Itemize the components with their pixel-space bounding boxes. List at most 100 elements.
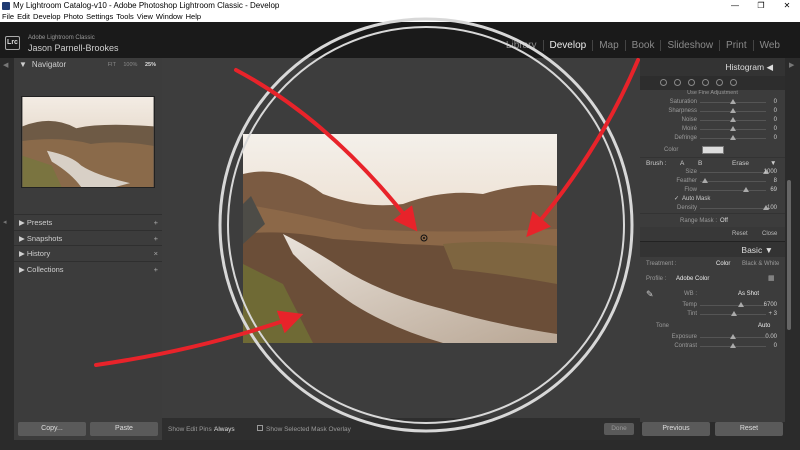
panel-snapshots-label: Snapshots <box>26 233 63 243</box>
clear-history-button[interactable]: × <box>154 246 158 262</box>
brush-erase-button[interactable]: Erase <box>732 160 749 167</box>
slider-value[interactable]: 0 <box>774 99 777 105</box>
slider-value[interactable]: 69 <box>770 187 777 193</box>
slider-value[interactable]: 0 <box>774 135 777 141</box>
range-mask-dropdown[interactable]: Off <box>720 218 728 224</box>
slider-value[interactable]: 1000 <box>764 169 777 175</box>
module-slideshow[interactable]: Slideshow <box>661 40 721 51</box>
mask-reset-button[interactable]: Reset <box>732 231 748 237</box>
menu-develop[interactable]: Develop <box>33 12 61 22</box>
panel-collections[interactable]: ▶ Collections + <box>14 260 162 278</box>
menu-window[interactable]: Window <box>156 12 183 22</box>
color-swatch[interactable] <box>702 146 724 154</box>
module-print[interactable]: Print <box>720 40 754 51</box>
menu-edit[interactable]: Edit <box>17 12 30 22</box>
module-book[interactable]: Book <box>626 40 662 51</box>
zoom-fit[interactable]: FIT <box>108 62 116 68</box>
menu-help[interactable]: Help <box>186 12 201 22</box>
slider-value[interactable]: 0 <box>774 343 777 349</box>
reset-button[interactable]: Reset <box>715 422 783 436</box>
adjustment-brush-icon[interactable] <box>730 79 737 86</box>
close-window-button[interactable]: ✕ <box>774 0 800 12</box>
slider-value[interactable]: 6700 <box>764 302 777 308</box>
copy-button[interactable]: Copy... <box>18 422 86 436</box>
slider-knob[interactable] <box>730 117 736 122</box>
right-panel-scrollbar[interactable] <box>787 180 791 330</box>
wb-eyedropper-icon[interactable]: ✎ <box>646 289 654 300</box>
mask-close-button[interactable]: Close <box>762 231 777 237</box>
red-eye-icon[interactable] <box>688 79 695 86</box>
add-collection-button[interactable]: + <box>154 262 158 278</box>
spot-removal-icon[interactable] <box>674 79 681 86</box>
menu-settings[interactable]: Settings <box>86 12 113 22</box>
histogram-header[interactable]: Histogram ◀ <box>640 58 785 76</box>
edit-pins-dropdown[interactable]: Always <box>214 426 235 433</box>
slider-value[interactable]: 0.00 <box>765 334 777 340</box>
slider-track[interactable] <box>700 172 766 173</box>
left-panel-toggle-icon[interactable]: ◀ <box>3 61 8 69</box>
menu-photo[interactable]: Photo <box>64 12 84 22</box>
basic-header[interactable]: Basic ▼ <box>640 241 785 257</box>
tone-auto-button[interactable]: Auto <box>758 323 770 329</box>
previous-button[interactable]: Previous <box>642 422 710 436</box>
slider-knob[interactable] <box>702 178 709 183</box>
panel-snapshots[interactable]: ▶ Snapshots + <box>14 229 162 247</box>
slider-value[interactable]: 0 <box>774 108 777 114</box>
slider-knob[interactable] <box>730 108 736 113</box>
slider-knob[interactable] <box>730 99 736 104</box>
panel-presets[interactable]: ▶ Presets + <box>14 214 162 230</box>
brush-collapse-icon[interactable]: ▼ <box>770 160 776 167</box>
module-library[interactable]: Library <box>500 40 544 51</box>
paste-button[interactable]: Paste <box>90 422 158 436</box>
brush-a-button[interactable]: A <box>680 160 684 167</box>
graduated-filter-icon[interactable] <box>702 79 709 86</box>
wb-dropdown[interactable]: As Shot <box>738 291 759 297</box>
slider-value[interactable]: 0 <box>774 126 777 132</box>
slider-track[interactable] <box>700 181 766 182</box>
minimize-button[interactable]: — <box>722 0 748 12</box>
navigator-thumbnail[interactable] <box>21 96 155 188</box>
zoom-100[interactable]: 100% <box>123 62 137 68</box>
radial-filter-icon[interactable] <box>716 79 723 86</box>
slider-track[interactable] <box>700 305 766 306</box>
treatment-color-button[interactable]: Color <box>716 261 730 267</box>
main-photo[interactable] <box>243 134 557 343</box>
slider-value[interactable]: 0 <box>774 117 777 123</box>
module-map[interactable]: Map <box>593 40 626 51</box>
slider-value[interactable]: + 3 <box>768 311 777 317</box>
add-preset-button[interactable]: + <box>154 215 158 231</box>
profile-dropdown[interactable]: Adobe Color <box>676 276 709 282</box>
slider-knob[interactable] <box>731 311 738 316</box>
right-panel-toggle-icon[interactable]: ▶ <box>789 61 794 69</box>
slider-knob[interactable] <box>730 126 736 131</box>
done-button[interactable]: Done <box>604 423 634 435</box>
slider-track[interactable] <box>700 190 766 191</box>
panel-history[interactable]: ▶ History × <box>14 245 162 261</box>
slider-knob[interactable] <box>730 334 736 339</box>
slider-value[interactable]: 8 <box>774 178 777 184</box>
menu-file[interactable]: File <box>2 12 14 22</box>
module-develop[interactable]: Develop <box>544 40 594 51</box>
left-edge-arrow-icon[interactable]: ◂ <box>3 218 7 226</box>
slider-knob[interactable] <box>730 343 736 348</box>
slider-knob[interactable] <box>742 187 749 192</box>
maximize-button[interactable]: ❐ <box>748 0 774 12</box>
auto-mask-check-icon[interactable]: ✓ <box>674 195 679 202</box>
slider-knob[interactable] <box>737 302 744 307</box>
slider-density: Density 100 <box>640 204 785 213</box>
brush-b-button[interactable]: B <box>698 160 702 167</box>
menu-tools[interactable]: Tools <box>116 12 134 22</box>
add-snapshot-button[interactable]: + <box>154 231 158 247</box>
show-mask-checkbox[interactable] <box>257 425 263 431</box>
slider-knob[interactable] <box>730 135 736 140</box>
module-web[interactable]: Web <box>754 40 786 51</box>
zoom-25[interactable]: 25% <box>145 62 156 68</box>
slider-track[interactable] <box>700 208 766 209</box>
navigator-header[interactable]: ▼ Navigator FIT 100% 25% <box>14 58 162 72</box>
profile-browser-icon[interactable]: ▦ <box>768 274 775 282</box>
slider-value[interactable]: 100 <box>767 205 777 211</box>
use-fine-adjustment[interactable]: Use Fine Adjustment <box>640 90 785 98</box>
menu-view[interactable]: View <box>137 12 153 22</box>
treatment-bw-button[interactable]: Black & White <box>742 261 779 267</box>
crop-tool-icon[interactable] <box>660 79 667 86</box>
